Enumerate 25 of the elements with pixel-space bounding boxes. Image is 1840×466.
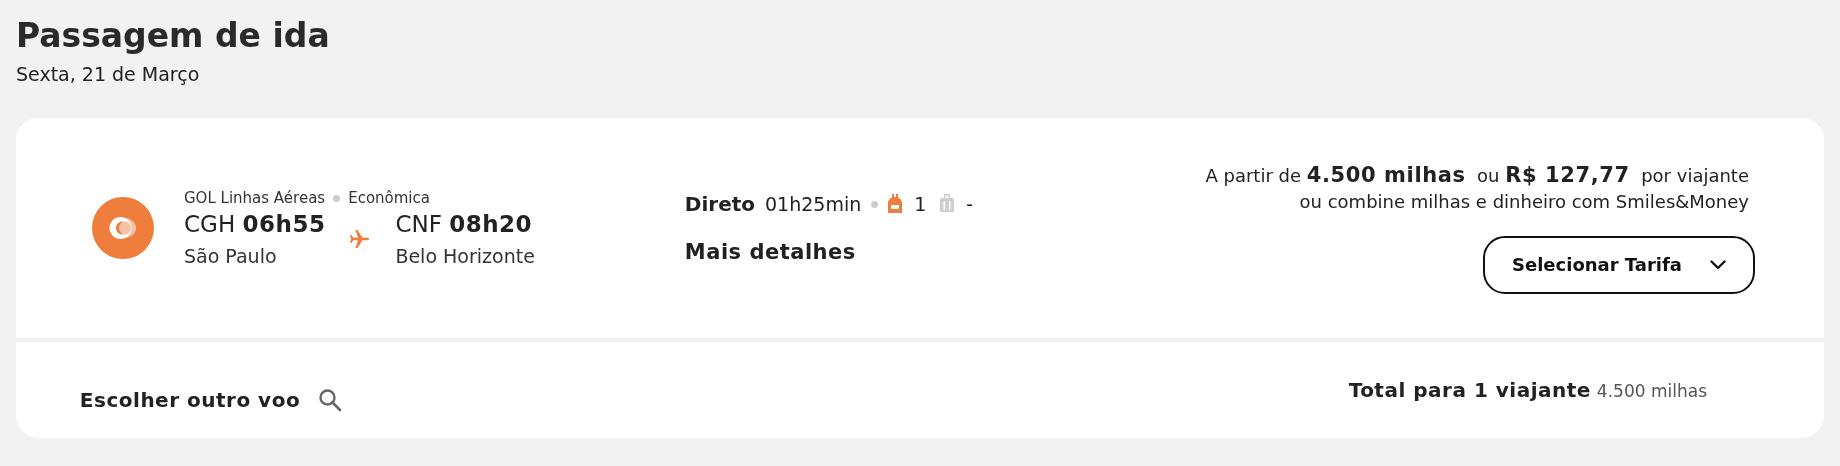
select-fare-button[interactable]: Selecionar Tarifa <box>1483 235 1755 294</box>
chevron-down-icon <box>1710 259 1726 270</box>
flight-date: Sexta, 21 de Março <box>16 63 200 85</box>
arrival-city: Belo Horizonte <box>395 245 535 267</box>
stops-label: Direto <box>684 192 756 216</box>
departure-city: São Paulo <box>184 245 278 267</box>
total-miles: 4.500 milhas <box>1596 381 1707 401</box>
price-text: A partir de 4.500 milhas ou R$ 127,77 por viajante <box>1205 162 1749 187</box>
baggage-count: - <box>966 193 974 215</box>
combine-text: ou combine milhas e dinheiro com Smiles&Money <box>1299 190 1749 212</box>
search-icon <box>318 388 343 412</box>
details-link[interactable]: Mais detalhes <box>684 240 856 264</box>
airline-logo <box>92 197 154 259</box>
departure-time: CGH 06h55 <box>184 211 326 237</box>
airplane-icon <box>349 229 370 249</box>
flight-duration: 01h25min <box>765 193 862 215</box>
page-title: Passagem de ida <box>16 16 330 55</box>
separator-dot <box>871 200 879 208</box>
other-flight-button[interactable]: Escolher outro voo <box>75 371 347 429</box>
airline-name: GOL Linhas Aéreas <box>184 189 326 207</box>
arrival-time: CNF 08h20 <box>395 211 534 237</box>
total-label: Total para 1 viajante <box>1348 378 1591 402</box>
baggage-count: 1 <box>914 193 927 215</box>
cabin-class: Econômica <box>348 189 430 207</box>
separator-dot <box>333 194 341 202</box>
